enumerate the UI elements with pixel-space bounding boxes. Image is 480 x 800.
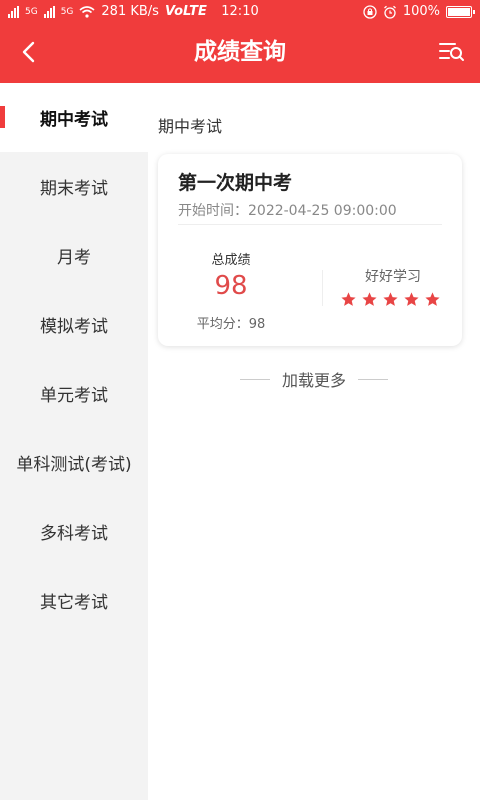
score-divider: [322, 270, 323, 306]
star-icon: [362, 292, 377, 306]
exam-title: 第一次期中考: [178, 172, 293, 194]
exam-start-time: 开始时间：2022-04-25 09:00:00: [178, 203, 397, 219]
page-title: 成绩查询: [194, 39, 286, 65]
sidebar-item-final[interactable]: 期末考试: [0, 152, 148, 221]
star-icon: [425, 292, 440, 306]
sidebar-item-other[interactable]: 其它考试: [0, 566, 148, 635]
sidebar-item-monthly[interactable]: 月考: [0, 221, 148, 290]
total-score-value: 98: [214, 271, 248, 301]
lock-rotation-icon: [363, 4, 377, 19]
divider-line: [358, 378, 388, 380]
card-divider: [178, 224, 442, 225]
section-title: 期中考试: [158, 117, 223, 136]
app-header: 5G 5G 281 KB/s VoLTE 12:10 100% 成绩查询: [0, 0, 480, 83]
star-icon: [341, 292, 356, 306]
star-icon: [383, 292, 398, 306]
sidebar-item-multi-subject[interactable]: 多科考试: [0, 497, 148, 566]
average-score: 平均分：98: [196, 317, 266, 332]
main-content: 期中考试 第一次期中考 开始时间：2022-04-25 09:00:00 总成绩…: [148, 83, 480, 800]
alarm-icon: [383, 5, 396, 19]
teacher-comment: 好好学习: [365, 269, 421, 285]
sidebar-item-unit[interactable]: 单元考试: [0, 359, 148, 428]
star-icon: [404, 292, 419, 306]
list-search-icon: [439, 43, 464, 61]
sidebar-item-midterm[interactable]: 期中考试: [0, 83, 148, 152]
status-bar: 5G 5G 281 KB/s VoLTE 12:10 100%: [0, 0, 480, 26]
exam-type-sidebar: 期中考试 期末考试 月考 模拟考试 单元考试 单科测试(考试) 多科考试 其它考…: [0, 83, 148, 800]
filter-button[interactable]: [438, 39, 466, 65]
exam-card[interactable]: 第一次期中考 开始时间：2022-04-25 09:00:00 总成绩 98 平…: [158, 154, 462, 346]
load-more-label: 加载更多: [281, 371, 346, 390]
status-right: 100%: [363, 4, 475, 19]
sidebar-item-mock[interactable]: 模拟考试: [0, 290, 148, 359]
sidebar-item-single-subject[interactable]: 单科测试(考试): [0, 428, 148, 497]
star-rating: [340, 291, 441, 308]
battery-percent: 100%: [402, 4, 440, 19]
load-more-button[interactable]: 加载更多: [148, 367, 480, 391]
total-score-label: 总成绩: [211, 253, 251, 268]
battery-icon: [446, 5, 475, 18]
divider-line: [239, 378, 270, 380]
